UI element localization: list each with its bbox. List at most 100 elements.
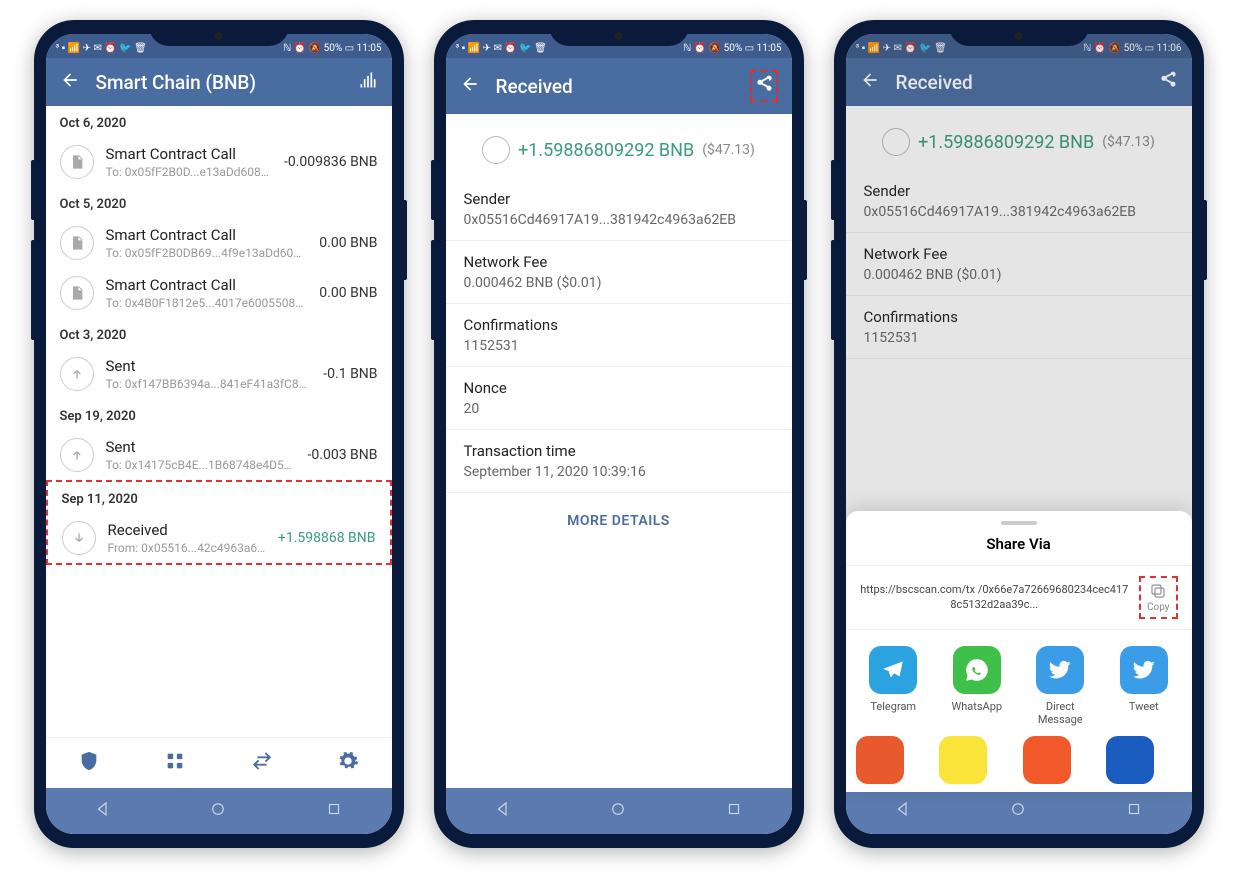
detail-row: Sender0x05516Cd46917A19...381942c4963a62… (846, 170, 1192, 233)
tx-amount: -0.003 BNB (308, 447, 378, 463)
transaction-row[interactable]: Smart Contract Call To: 0x4B0F1812e5...4… (46, 268, 392, 318)
contract-icon (60, 226, 94, 260)
detail-row: Nonce 20 (446, 367, 792, 430)
detail-label: Transaction time (464, 442, 774, 460)
nav-recent[interactable] (725, 800, 743, 822)
phone-1: ³ ▪ 📶 ✈ ✉ ⏰ 🐦 🗑 ℕ ⏰ 🔕 50% ▭ 11:05 Smart … (34, 20, 404, 848)
nav-home[interactable] (609, 800, 627, 822)
back-icon[interactable] (60, 70, 80, 94)
nav-back[interactable] (94, 800, 112, 822)
copy-button[interactable]: Copy (1139, 576, 1178, 619)
android-nav (446, 788, 792, 834)
page-title: Received (896, 71, 1142, 94)
tx-title: Smart Contract Call (106, 145, 272, 163)
detail-label: Network Fee (464, 253, 774, 271)
android-nav (46, 788, 392, 834)
more-details-button[interactable]: MORE DETAILS (446, 493, 792, 549)
share-app-direct-message[interactable]: Direct Message (1023, 646, 1099, 726)
detail-label: Confirmations (464, 316, 774, 334)
transaction-row[interactable]: Sent To: 0xf147BB6394a...841eF41a3fC83B1… (46, 349, 392, 399)
detail-value: 0x05516Cd46917A19...381942c4963a62EB (464, 212, 774, 228)
nav-recent[interactable] (1125, 800, 1143, 822)
date-header: Oct 5, 2020 (46, 187, 392, 218)
share-app-more[interactable] (939, 736, 1015, 784)
settings-tab[interactable] (337, 750, 359, 776)
sent-icon (60, 357, 94, 391)
date-header: Oct 6, 2020 (46, 106, 392, 137)
tx-subtitle: To: 0xf147BB6394a...841eF41a3fC83B1 (106, 377, 312, 391)
tx-title: Sent (106, 438, 296, 456)
download-icon (482, 136, 510, 164)
share-icon[interactable] (1158, 70, 1178, 94)
sent-icon (60, 438, 94, 472)
nav-recent[interactable] (325, 800, 343, 822)
tx-amount: +1.598868 BNB (278, 530, 376, 546)
contract-icon (60, 276, 94, 310)
tx-title: Smart Contract Call (106, 226, 308, 244)
nav-home[interactable] (1009, 800, 1027, 822)
page-title: Smart Chain (BNB) (96, 71, 342, 94)
nav-back[interactable] (494, 800, 512, 822)
android-nav (846, 788, 1192, 834)
tx-amount: 0.00 BNB (319, 235, 377, 251)
chart-icon[interactable] (358, 70, 378, 94)
detail-row: Network Fee0.000462 BNB ($0.01) (446, 241, 792, 304)
tx-subtitle: From: 0x05516...42c4963a62EB (108, 541, 266, 555)
download-icon (882, 128, 910, 156)
share-sheet: Share Via https://bscscan.com/tx /0x66e7… (846, 511, 1192, 792)
tx-subtitle: To: 0x05fF2B0DB69...4f9e13aDd608C7F (106, 246, 308, 260)
phone-3: ³ ▪ 📶 ✈ ✉ ⏰ 🐦 🗑 ℕ ⏰ 🔕 50% ▭ 11:06 Receiv… (834, 20, 1204, 848)
status-bar: ³ ▪ 📶 ✈ ✉ ⏰ 🐦 🗑 ℕ ⏰ 🔕 50% ▭ 11:05 (446, 34, 792, 58)
received-icon (62, 521, 96, 555)
detail-label: Sender (464, 190, 774, 208)
share-title: Share Via (846, 535, 1192, 566)
swap-tab[interactable] (251, 750, 273, 776)
nav-home[interactable] (209, 800, 227, 822)
app-bar: Received (846, 58, 1192, 106)
page-title: Received (496, 75, 734, 98)
share-app-more[interactable] (1023, 736, 1099, 784)
transaction-detail[interactable]: +1.59886809292 BNB ($47.13) Sender 0x0551… (446, 114, 792, 788)
detail-value: 1152531 (464, 338, 774, 354)
detail-value: September 11, 2020 10:39:16 (464, 464, 774, 480)
phone-2: ³ ▪ 📶 ✈ ✉ ⏰ 🐦 🗑 ℕ ⏰ 🔕 50% ▭ 11:05 Receiv… (434, 20, 804, 848)
detail-value: 20 (464, 401, 774, 417)
received-amount: +1.59886809292 BNB ($47.13) (846, 106, 1192, 170)
transaction-list[interactable]: Oct 6, 2020 Smart Contract Call To: 0x05… (46, 106, 392, 737)
nav-back[interactable] (894, 800, 912, 822)
tx-amount: -0.1 BNB (323, 366, 377, 382)
date-header: Sep 19, 2020 (46, 399, 392, 430)
share-app-tweet[interactable]: Tweet (1106, 646, 1182, 726)
status-bar: ³ ▪ 📶 ✈ ✉ ⏰ 🐦 🗑 ℕ ⏰ 🔕 50% ▭ 11:05 (46, 34, 392, 58)
detail-row: Network Fee0.000462 BNB ($0.01) (846, 233, 1192, 296)
app-bar: Received (446, 58, 792, 114)
detail-row: Transaction time September 11, 2020 10:39… (446, 430, 792, 493)
transaction-row[interactable]: Sent To: 0x14175cB4E...1B68748e4D5890 -0… (46, 430, 392, 480)
back-icon[interactable] (860, 70, 880, 94)
shield-tab[interactable] (78, 750, 100, 776)
share-app-telegram[interactable]: Telegram (856, 646, 932, 726)
share-app-more[interactable] (1106, 736, 1182, 784)
tx-title: Smart Contract Call (106, 276, 308, 294)
date-header: Sep 11, 2020 (48, 482, 390, 513)
date-header: Oct 3, 2020 (46, 318, 392, 349)
tx-subtitle: To: 0x05fF2B0D...e13aDd608C7F (106, 165, 272, 179)
back-icon[interactable] (460, 74, 480, 98)
sheet-handle[interactable] (1001, 521, 1037, 525)
tx-title: Sent (106, 357, 312, 375)
transaction-row[interactable]: Smart Contract Call To: 0x05fF2B0DB69...… (46, 218, 392, 268)
detail-row: Sender 0x05516Cd46917A19...381942c4963a62… (446, 178, 792, 241)
status-bar: ³ ▪ 📶 ✈ ✉ ⏰ 🐦 🗑 ℕ ⏰ 🔕 50% ▭ 11:06 (846, 34, 1192, 58)
share-url-row: https://bscscan.com/tx /0x66e7a726696802… (846, 566, 1192, 630)
detail-label: Nonce (464, 379, 774, 397)
apps-tab[interactable] (164, 750, 186, 776)
share-app-more[interactable] (856, 736, 932, 784)
received-amount: +1.59886809292 BNB ($47.13) (446, 114, 792, 178)
transaction-row[interactable]: Received From: 0x05516...42c4963a62EB +1… (48, 513, 390, 563)
transaction-row[interactable]: Smart Contract Call To: 0x05fF2B0D...e13… (46, 137, 392, 187)
detail-row: Confirmations 1152531 (446, 304, 792, 367)
share-url: https://bscscan.com/tx /0x66e7a726696802… (860, 582, 1129, 613)
share-app-whatsapp[interactable]: WhatsApp (939, 646, 1015, 726)
share-icon[interactable] (750, 70, 778, 102)
detail-row: Confirmations1152531 (846, 296, 1192, 359)
